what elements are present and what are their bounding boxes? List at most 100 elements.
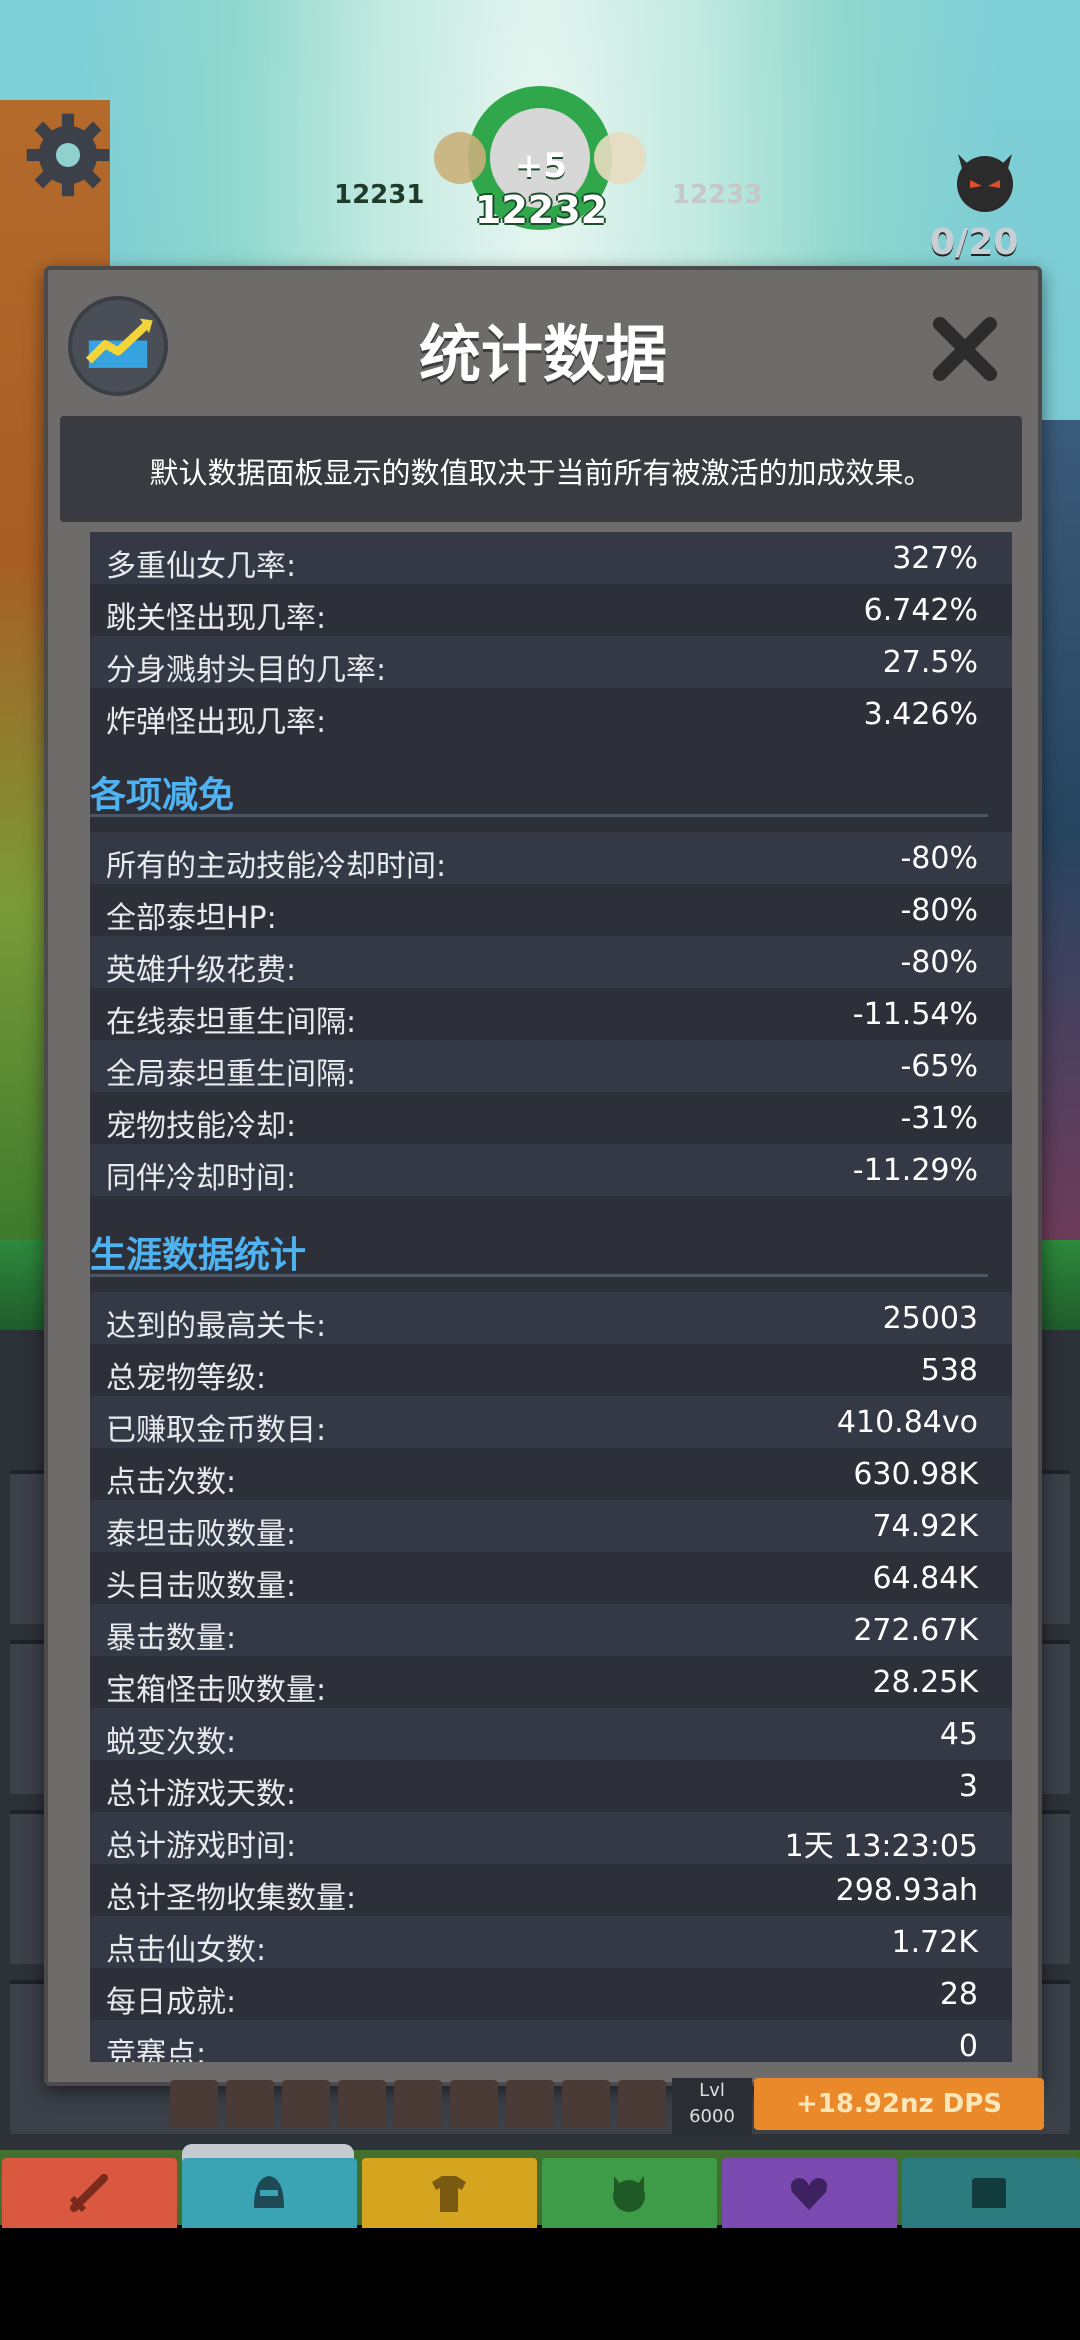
- level-value: 6000: [689, 2106, 735, 2127]
- stat-row: 宝箱怪击败数量: 28.25K: [90, 1656, 1012, 1708]
- stat-label: 点击次数:: [106, 1465, 237, 1500]
- stat-label: 点击仙女数:: [106, 1933, 267, 1968]
- stat-value: 298.93ah: [835, 1873, 978, 1908]
- stat-value: 3.426%: [863, 697, 978, 732]
- stat-label: 总计圣物收集数量:: [106, 1881, 357, 1916]
- stat-label: 宝箱怪击败数量:: [106, 1673, 327, 1708]
- skill-icon: [618, 2080, 666, 2128]
- helmet-icon: [254, 2176, 284, 2208]
- stat-label: 多重仙女几率:: [106, 549, 297, 584]
- stat-row: 多重仙女几率: 327%: [90, 532, 1012, 584]
- stat-value: -80%: [900, 945, 978, 980]
- stat-label: 宠物技能冷却:: [106, 1109, 297, 1144]
- next-stage-number: 12233: [672, 180, 763, 210]
- stat-row: 跳关怪出现几率: 6.742%: [90, 584, 1012, 636]
- skill-icon: [338, 2080, 386, 2128]
- info-note-text: 默认数据面板显示的数值取决于当前所有被激活的加成效果。: [149, 456, 933, 490]
- stat-row: 全局泰坦重生间隔: -65%: [90, 1040, 1012, 1092]
- stat-label: 全局泰坦重生间隔:: [106, 1057, 357, 1092]
- stat-row: 全部泰坦HP: -80%: [90, 884, 1012, 936]
- tab-heroes[interactable]: [182, 2158, 357, 2228]
- skill-icon: [170, 2080, 218, 2128]
- tab-sword[interactable]: [2, 2158, 177, 2228]
- current-stage-number: 12232: [474, 188, 608, 232]
- tab-artifacts[interactable]: [722, 2158, 897, 2228]
- section-divider: [90, 814, 988, 817]
- stat-value: 630.98K: [853, 1457, 978, 1492]
- stats-scroll-panel[interactable]: 多重仙女几率: 327% 跳关怪出现几率: 6.742% 分身溅射头目的几率: …: [90, 532, 1012, 2062]
- stat-label: 炸弹怪出现几率:: [106, 705, 327, 740]
- stat-row: 已赚取金币数目: 410.84vo: [90, 1396, 1012, 1448]
- stat-row: 所有的主动技能冷却时间: -80%: [90, 832, 1012, 884]
- stat-row: 暴击数量: 272.67K: [90, 1604, 1012, 1656]
- tab-equipment[interactable]: [362, 2158, 537, 2228]
- tab-pets[interactable]: [542, 2158, 717, 2228]
- stat-label: 蜕变次数:: [106, 1725, 237, 1760]
- skill-icon: [282, 2080, 330, 2128]
- section-title: 各项减免: [90, 775, 235, 816]
- stat-value: -11.29%: [852, 1153, 978, 1188]
- stat-value: 28.25K: [872, 1665, 978, 1700]
- level-label: Lvl: [699, 2080, 725, 2101]
- stat-row: 总计游戏时间: 1天 13:23:05: [90, 1812, 1012, 1864]
- stat-label: 总计游戏天数:: [106, 1777, 297, 1812]
- stat-value: 25003: [882, 1301, 978, 1336]
- prev-stage-number: 12231: [334, 180, 425, 210]
- stat-label: 在线泰坦重生间隔:: [106, 1005, 357, 1040]
- statistics-dialog: 统计数据 默认数据面板显示的数值取决于当前所有被激活的加成效果。 多重仙女几率:…: [44, 266, 1042, 2086]
- stat-value: 1.72K: [891, 1925, 978, 1960]
- stat-value: 538: [920, 1353, 978, 1388]
- stat-row: 头目击败数量: 64.84K: [90, 1552, 1012, 1604]
- stat-label: 总宠物等级:: [106, 1361, 267, 1396]
- stat-row: 同伴冷却时间: -11.29%: [90, 1144, 1012, 1196]
- stat-value: 1天 13:23:05: [784, 1829, 978, 1864]
- hero-skill-icons: [160, 2080, 750, 2132]
- stat-value: 0: [958, 2029, 978, 2062]
- stat-label: 每日成就:: [106, 1985, 237, 2020]
- stat-value: 410.84vo: [836, 1405, 978, 1440]
- info-note-box: 默认数据面板显示的数值取决于当前所有被激活的加成效果。: [60, 416, 1022, 522]
- stat-label: 已赚取金币数目:: [106, 1413, 327, 1448]
- stat-value: 64.84K: [872, 1561, 978, 1596]
- stat-label: 头目击败数量:: [106, 1569, 297, 1604]
- stat-label: 竞赛点:: [106, 2037, 207, 2062]
- stat-row: 总宠物等级: 538: [90, 1344, 1012, 1396]
- stat-value: -31%: [900, 1101, 978, 1136]
- dps-upgrade-button[interactable]: +18.92nz DPS: [754, 2078, 1044, 2130]
- stat-value: 3: [958, 1769, 978, 1804]
- hero-level-box: Lvl 6000: [672, 2078, 752, 2136]
- section-career: 生涯数据统计: [90, 1214, 1012, 1284]
- stat-row: 分身溅射头目的几率: 27.5%: [90, 636, 1012, 688]
- sword-icon: [69, 2174, 108, 2213]
- skill-icon: [394, 2080, 442, 2128]
- boss-demon-icon[interactable]: [952, 148, 1018, 214]
- stat-row: 达到的最高关卡: 25003: [90, 1292, 1012, 1344]
- stat-row: 总计游戏天数: 3: [90, 1760, 1012, 1812]
- tab-shop[interactable]: [902, 2158, 1080, 2228]
- stat-value: 327%: [892, 541, 978, 576]
- stat-label: 泰坦击败数量:: [106, 1517, 297, 1552]
- chest-icon: [972, 2178, 1006, 2208]
- stat-label: 全部泰坦HP:: [106, 901, 277, 936]
- stat-value: 28: [939, 1977, 978, 2012]
- stat-value: -80%: [900, 841, 978, 876]
- stat-row: 在线泰坦重生间隔: -11.54%: [90, 988, 1012, 1040]
- close-icon[interactable]: [928, 312, 1002, 386]
- skill-icon: [562, 2080, 610, 2128]
- settings-gear-icon[interactable]: [25, 112, 111, 198]
- dialog-title: 统计数据: [418, 318, 667, 391]
- stat-value: 45: [939, 1717, 978, 1752]
- stat-label: 同伴冷却时间:: [106, 1161, 297, 1196]
- stat-label: 总计游戏时间:: [106, 1829, 297, 1864]
- stat-label: 达到的最高关卡:: [106, 1309, 327, 1344]
- section-divider: [90, 1274, 988, 1277]
- stat-value: 74.92K: [872, 1509, 978, 1544]
- stat-label: 英雄升级花费:: [106, 953, 297, 988]
- stat-label: 暴击数量:: [106, 1621, 237, 1656]
- stat-value: -11.54%: [852, 997, 978, 1032]
- boss-kill-counter: 0/20: [930, 222, 1019, 263]
- stat-label: 分身溅射头目的几率:: [106, 653, 387, 688]
- stat-label: 所有的主动技能冷却时间:: [106, 849, 447, 884]
- stat-row: 蜕变次数: 45: [90, 1708, 1012, 1760]
- stat-row: 泰坦击败数量: 74.92K: [90, 1500, 1012, 1552]
